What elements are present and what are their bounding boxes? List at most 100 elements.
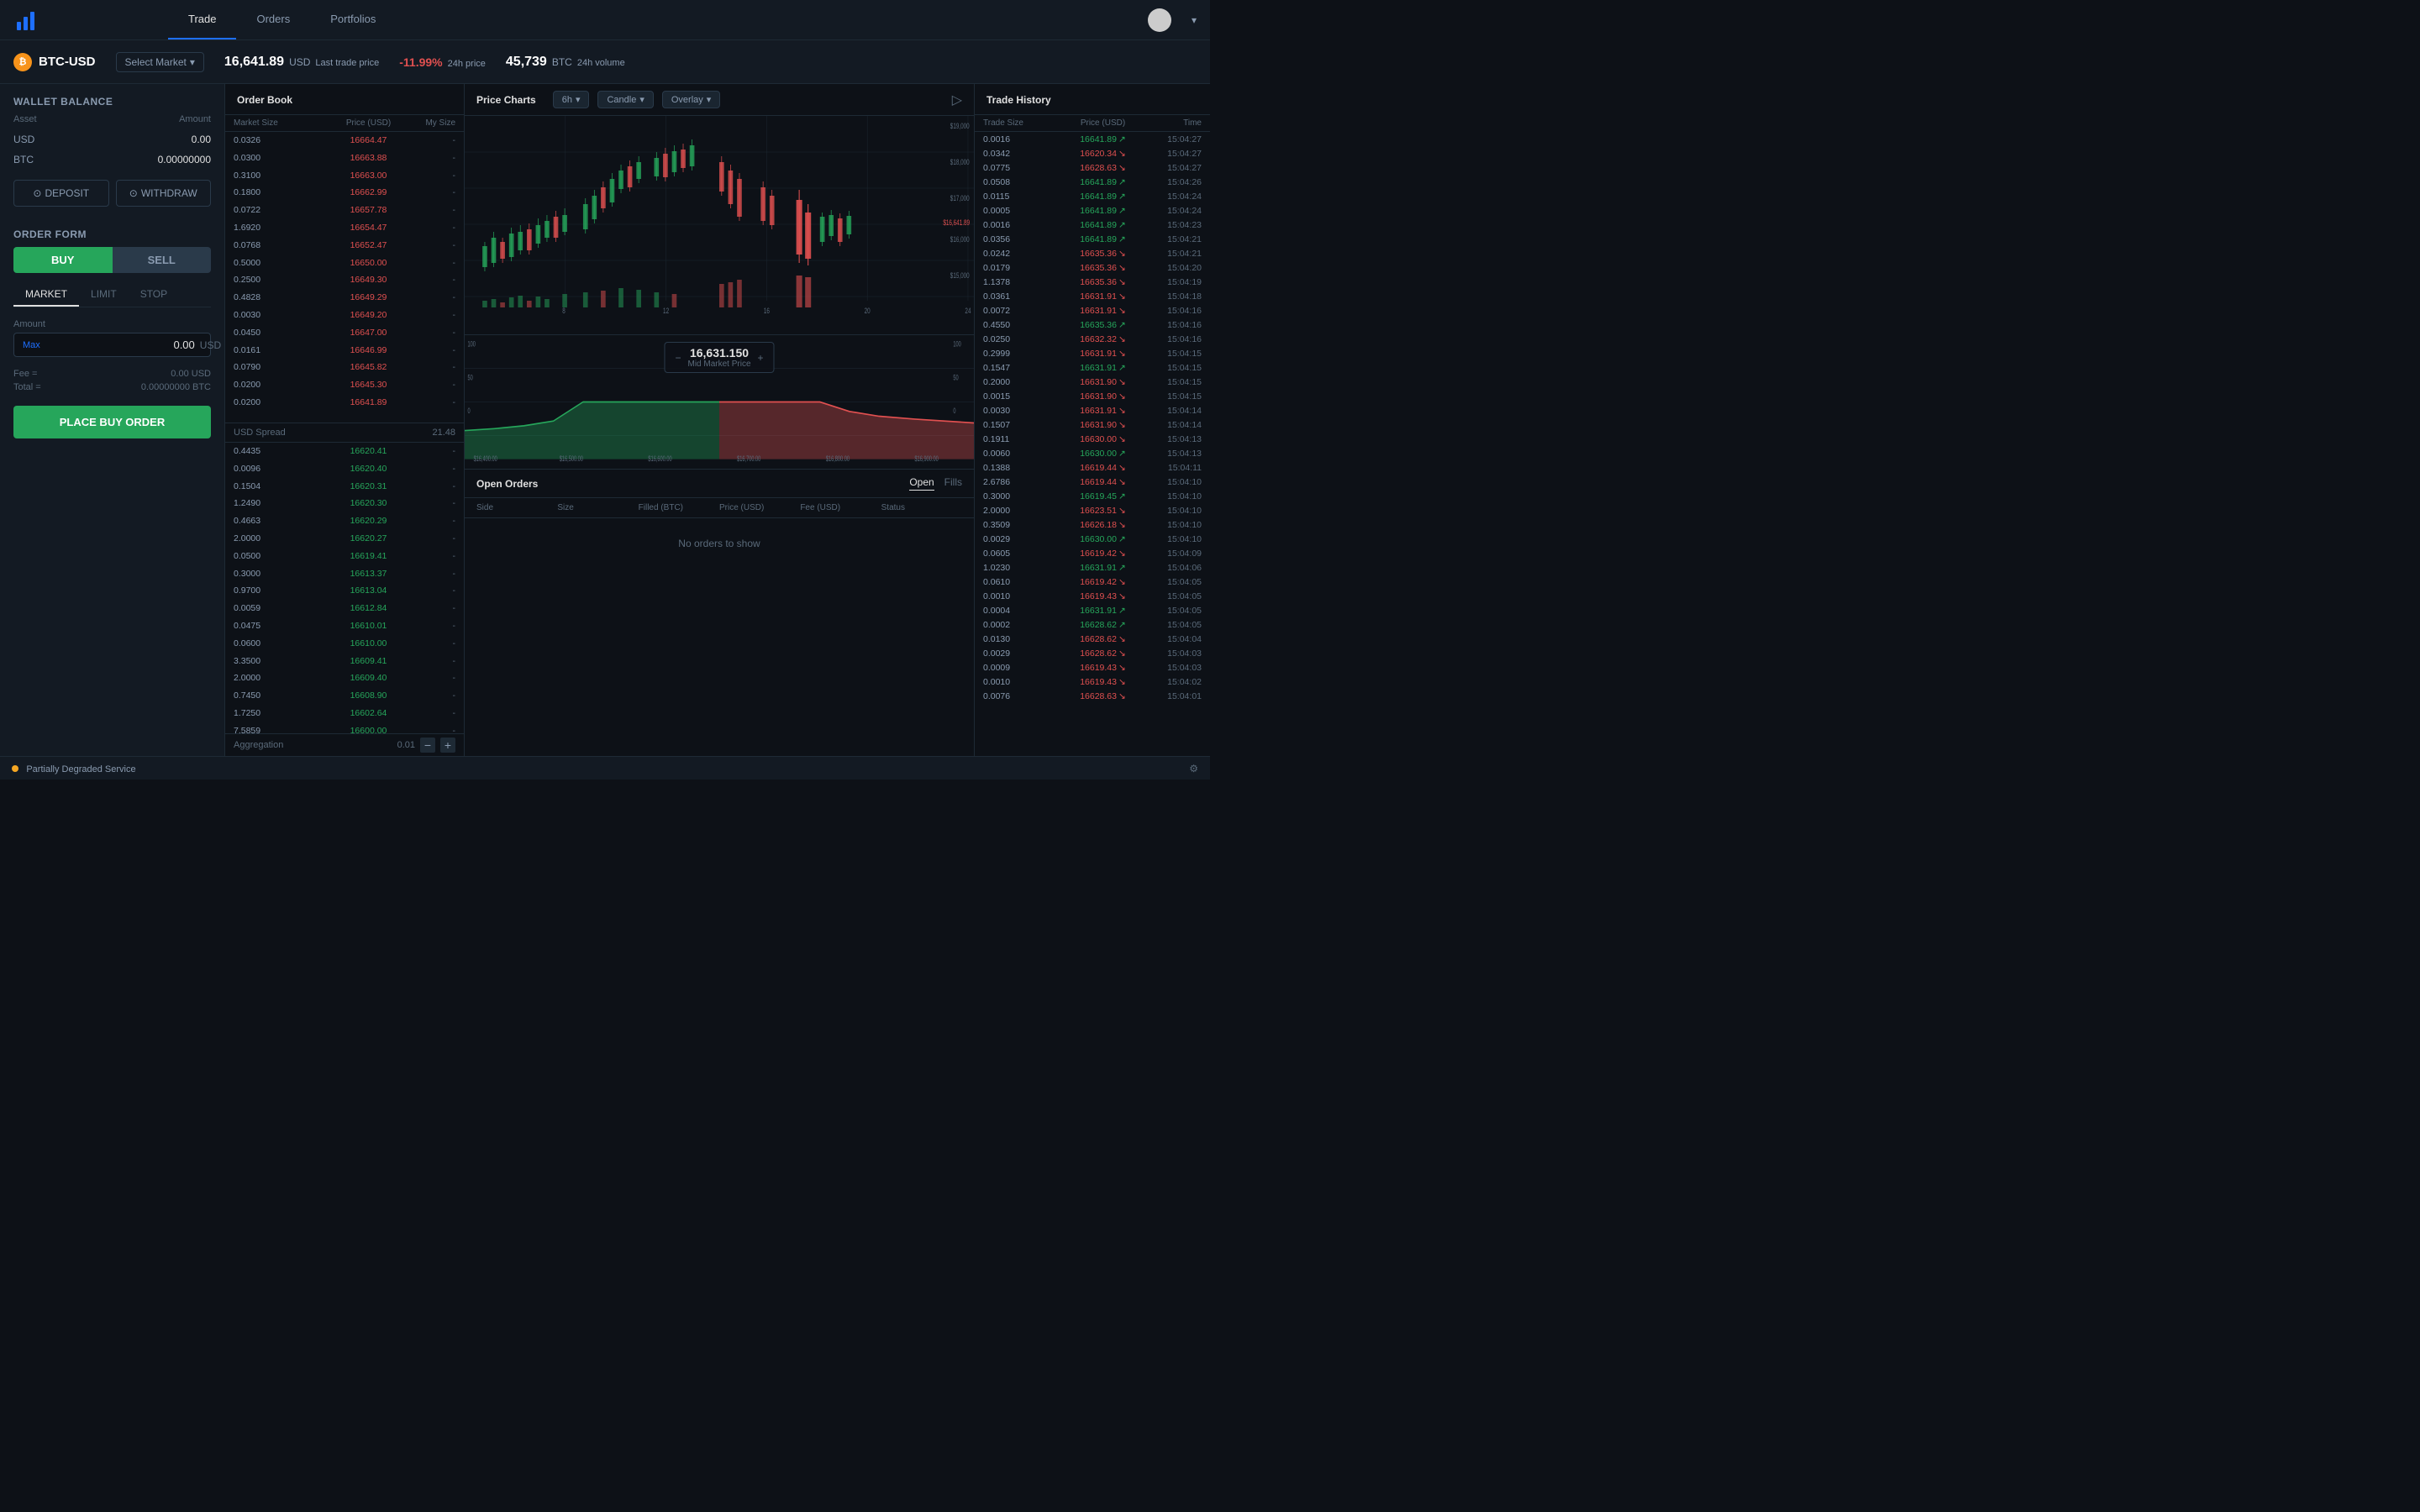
order-book-asks: 0.0326 16664.47 - 0.0300 16663.88 - 0.31…: [225, 132, 464, 423]
bid-mysize: -: [413, 619, 455, 633]
trade-size: 0.0115: [983, 192, 1063, 202]
left-sidebar: Wallet Balance Asset Amount USD 0.00 BTC…: [0, 84, 225, 756]
trade-size: 0.0130: [983, 634, 1063, 644]
svg-text:$16,000: $16,000: [950, 235, 970, 244]
settings-icon[interactable]: ⚙: [1189, 763, 1198, 774]
avatar[interactable]: [1148, 8, 1171, 32]
center-panel: Price Charts 6h ▾ Candle ▾ Overlay ▾ ▷: [465, 84, 975, 756]
ask-price: 16654.47: [324, 221, 413, 235]
sell-tab[interactable]: SELL: [113, 247, 212, 273]
trade-size: 0.0005: [983, 206, 1063, 216]
overlay-selector[interactable]: Overlay ▾: [662, 91, 720, 108]
order-book-bid-row: 0.4435 16620.41 -: [225, 443, 464, 460]
trade-size: 0.0076: [983, 691, 1063, 701]
ask-mysize: -: [413, 396, 455, 410]
buy-tab[interactable]: BUY: [13, 247, 113, 273]
volume-currency: BTC: [552, 56, 572, 68]
logo-bar-3: [30, 12, 34, 30]
status-text: Partially Degraded Service: [26, 764, 135, 774]
trade-time: 15:04:10: [1143, 491, 1202, 501]
aggregation-increase-button[interactable]: +: [440, 738, 455, 753]
trade-time: 15:04:09: [1143, 549, 1202, 559]
select-market-button[interactable]: ₿ Select Market ▾: [116, 52, 204, 72]
amount-input[interactable]: [47, 339, 195, 351]
nav-tab-portfolios[interactable]: Portfolios: [310, 0, 396, 39]
ask-price: 16646.99: [324, 344, 413, 358]
trade-size: 0.0361: [983, 291, 1063, 302]
time-selector[interactable]: 6h ▾: [553, 91, 590, 108]
svg-text:$16,400.00: $16,400.00: [474, 454, 497, 464]
ask-price: 16664.47: [324, 134, 413, 148]
amount-label: Amount: [13, 319, 211, 329]
ask-mysize: -: [413, 344, 455, 358]
chart-expand-icon[interactable]: ▷: [952, 92, 962, 108]
trade-price: 16635.36↗: [1063, 320, 1143, 330]
svg-text:50: 50: [468, 373, 473, 382]
bid-mysize: -: [413, 567, 455, 581]
ask-size: 0.0326: [234, 134, 324, 148]
direction-icon: ↘: [1118, 691, 1126, 701]
direction-icon: ↗: [1118, 320, 1126, 330]
trade-time: 15:04:16: [1143, 320, 1202, 330]
bid-price: 16608.90: [324, 689, 413, 703]
order-book-ask-row: 0.0300 16663.88 -: [225, 150, 464, 167]
trade-history-row: 0.0072 16631.91↘ 15:04:16: [975, 303, 1210, 318]
order-type-stop[interactable]: STOP: [129, 283, 179, 307]
oo-tab-open[interactable]: Open: [909, 476, 934, 491]
ask-mysize: -: [413, 256, 455, 270]
nav-tab-orders[interactable]: Orders: [236, 0, 310, 39]
order-book-ask-row: 0.0450 16647.00 -: [225, 324, 464, 342]
total-value: 0.00000000 BTC: [141, 382, 211, 392]
trade-size: 0.3000: [983, 491, 1063, 501]
fee-row: Fee = 0.00 USD: [13, 367, 211, 381]
trade-history-row: 0.0605 16619.42↘ 15:04:09: [975, 546, 1210, 560]
trade-price: 16628.63↘: [1063, 163, 1143, 173]
trade-history-row: 0.1507 16631.90↘ 15:04:14: [975, 417, 1210, 432]
trade-history-row: 0.0775 16628.63↘ 15:04:27: [975, 160, 1210, 175]
trade-history-row: 0.0015 16631.90↘ 15:04:15: [975, 389, 1210, 403]
withdraw-button[interactable]: ⊙ WITHDRAW: [116, 180, 212, 207]
bid-mysize: -: [413, 444, 455, 459]
trade-price: 16619.43↘: [1063, 677, 1143, 687]
ask-price: 16649.29: [324, 291, 413, 305]
overlay-value: Overlay: [671, 95, 703, 105]
oo-tab-fills[interactable]: Fills: [944, 476, 962, 491]
order-book: Order Book Market Size Price (USD) My Si…: [225, 84, 465, 756]
aggregation-row: Aggregation 0.01 − +: [225, 733, 464, 756]
deposit-button[interactable]: ⊙ DEPOSIT: [13, 180, 109, 207]
order-type-market[interactable]: MARKET: [13, 283, 79, 307]
trade-size: 0.0015: [983, 391, 1063, 402]
trade-history-row: 0.1911 16630.00↘ 15:04:13: [975, 432, 1210, 446]
order-type-limit[interactable]: LIMIT: [79, 283, 129, 307]
ask-mysize: -: [413, 360, 455, 375]
trade-price: 16635.36↘: [1063, 263, 1143, 273]
trade-size: 0.0242: [983, 249, 1063, 259]
trade-history-row: 0.0016 16641.89↗ 15:04:27: [975, 132, 1210, 146]
nav-right: ▾: [1148, 8, 1210, 32]
oo-header-fee: Fee (USD): [800, 503, 881, 512]
direction-icon: ↗: [1118, 134, 1126, 144]
last-price-label: Last trade price: [315, 58, 379, 68]
trade-time: 15:04:21: [1143, 234, 1202, 244]
nav-tab-trade[interactable]: Trade: [168, 0, 236, 39]
open-orders-panel: Open Orders Open Fills Side Size Filled …: [465, 469, 974, 756]
bid-mysize: -: [413, 532, 455, 546]
bid-size: 0.3000: [234, 567, 324, 581]
trade-history-row: 1.1378 16635.36↘ 15:04:19: [975, 275, 1210, 289]
trade-time: 15:04:05: [1143, 620, 1202, 630]
trade-size: 1.1378: [983, 277, 1063, 287]
place-order-button[interactable]: PLACE BUY ORDER: [13, 406, 211, 438]
trade-history-row: 0.0004 16631.91↗ 15:04:05: [975, 603, 1210, 617]
aggregation-decrease-button[interactable]: −: [420, 738, 435, 753]
trade-size: 0.0508: [983, 177, 1063, 187]
bid-size: 0.0500: [234, 549, 324, 564]
withdraw-icon: ⊙: [129, 187, 138, 199]
ask-price: 16647.00: [324, 326, 413, 340]
chart-type-selector[interactable]: Candle ▾: [597, 91, 653, 108]
trade-size: 0.0060: [983, 449, 1063, 459]
th-header-price: Price (USD): [1063, 118, 1143, 128]
oo-header-filled: Filled (BTC): [639, 503, 719, 512]
bid-size: 3.3500: [234, 654, 324, 669]
trade-time: 15:04:01: [1143, 691, 1202, 701]
max-link[interactable]: Max: [23, 340, 40, 350]
